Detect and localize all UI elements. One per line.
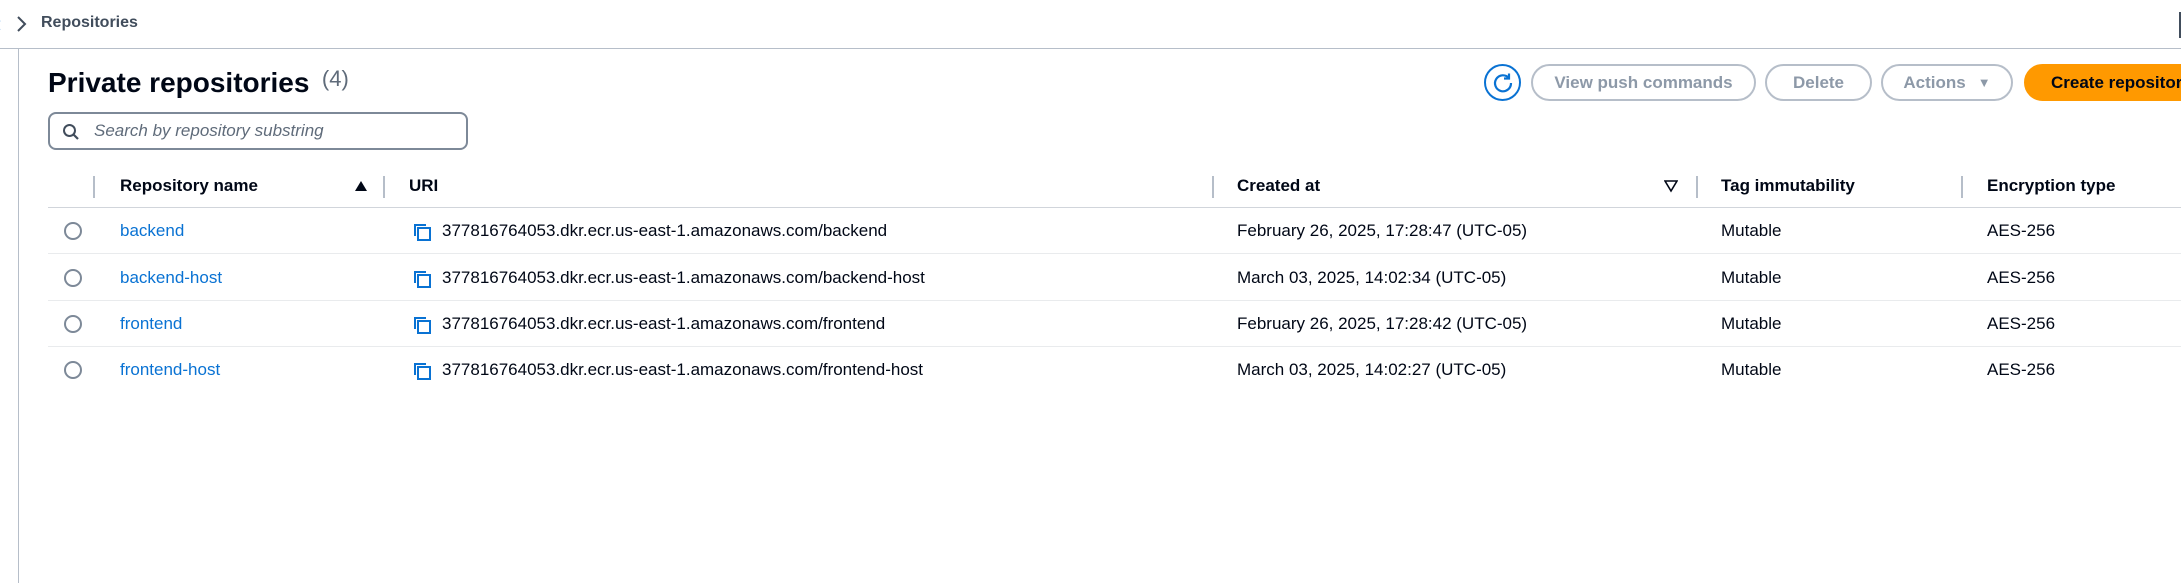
column-header-uri[interactable]: URI [409, 168, 438, 208]
left-divider [18, 49, 19, 583]
encryption-type: AES-256 [1987, 221, 2056, 240]
repository-name-link[interactable]: backend [120, 208, 184, 254]
breadcrumb-bar: ‹ Repositories [0, 0, 2181, 49]
column-header-repository-name[interactable]: Repository name [120, 168, 258, 208]
page-header: Private repositories (4) [48, 64, 349, 102]
tag-immutability: Mutable [1721, 314, 1782, 333]
caret-down-icon: ▼ [1977, 75, 1991, 90]
column-header-encryption-type[interactable]: Encryption type [1987, 168, 2115, 208]
repository-uri: 377816764053.dkr.ecr.us-east-1.amazonaws… [442, 268, 925, 287]
refresh-button[interactable] [1484, 64, 1521, 101]
search-icon [63, 124, 79, 140]
repository-uri: 377816764053.dkr.ecr.us-east-1.amazonaws… [442, 314, 886, 333]
table-row: backend-host 377816764053.dkr.ecr.us-eas… [48, 255, 2181, 301]
refresh-icon [1493, 73, 1512, 92]
column-separator[interactable] [1212, 176, 1214, 198]
chevron-right-icon [17, 16, 27, 32]
table-row: backend 377816764053.dkr.ecr.us-east-1.a… [48, 208, 2181, 254]
repository-uri: 377816764053.dkr.ecr.us-east-1.amazonaws… [442, 360, 924, 379]
row-select-radio[interactable] [64, 222, 82, 240]
encryption-type: AES-256 [1987, 314, 2056, 333]
delete-button[interactable]: Delete [1765, 64, 1872, 101]
view-push-commands-button[interactable]: View push commands [1531, 64, 1756, 101]
table-header: Repository name URI Created at Tag immut… [48, 168, 2181, 208]
create-repository-button[interactable]: Create repository [2024, 64, 2181, 101]
row-select-radio[interactable] [64, 269, 82, 287]
created-at: March 03, 2025, 14:02:34 (UTC-05) [1237, 268, 1507, 287]
tag-immutability: Mutable [1721, 360, 1782, 379]
table-row: frontend-host 377816764053.dkr.ecr.us-ea… [48, 347, 2181, 393]
column-header-created-at[interactable]: Created at [1237, 168, 1320, 208]
repository-count: (4) [321, 66, 349, 91]
page-title: Private repositories [48, 67, 310, 98]
search-input[interactable] [94, 120, 454, 142]
actions-dropdown[interactable]: Actions ▼ [1881, 64, 2013, 101]
breadcrumb-current: Repositories [41, 14, 138, 31]
copy-icon[interactable] [412, 222, 432, 242]
tag-immutability: Mutable [1721, 221, 1782, 240]
copy-icon[interactable] [412, 269, 432, 289]
sort-ascending-icon[interactable] [354, 179, 368, 193]
copy-icon[interactable] [412, 361, 432, 381]
tag-immutability: Mutable [1721, 268, 1782, 287]
row-select-radio[interactable] [64, 361, 82, 379]
search-box[interactable] [48, 112, 468, 150]
actions-label: Actions [1903, 72, 1966, 92]
column-separator[interactable] [1696, 176, 1698, 198]
encryption-type: AES-256 [1987, 360, 2056, 379]
table-row: frontend 377816764053.dkr.ecr.us-east-1.… [48, 301, 2181, 347]
copy-icon[interactable] [412, 315, 432, 335]
sort-descending-icon[interactable] [1664, 179, 1678, 193]
repository-name-link[interactable]: frontend-host [120, 347, 220, 393]
created-at: February 26, 2025, 17:28:42 (UTC-05) [1237, 314, 1528, 333]
repository-name-link[interactable]: frontend [120, 301, 182, 347]
column-separator[interactable] [1961, 176, 1963, 198]
repository-name-link[interactable]: backend-host [120, 255, 222, 301]
encryption-type: AES-256 [1987, 268, 2056, 287]
row-select-radio[interactable] [64, 315, 82, 333]
column-separator [93, 176, 95, 198]
partial-edge-icon: ‹ [0, 10, 6, 38]
created-at: February 26, 2025, 17:28:47 (UTC-05) [1237, 221, 1528, 240]
repository-uri: 377816764053.dkr.ecr.us-east-1.amazonaws… [442, 221, 888, 240]
column-separator[interactable] [383, 176, 385, 198]
column-header-tag-immutability[interactable]: Tag immutability [1721, 168, 1855, 208]
created-at: March 03, 2025, 14:02:27 (UTC-05) [1237, 360, 1507, 379]
